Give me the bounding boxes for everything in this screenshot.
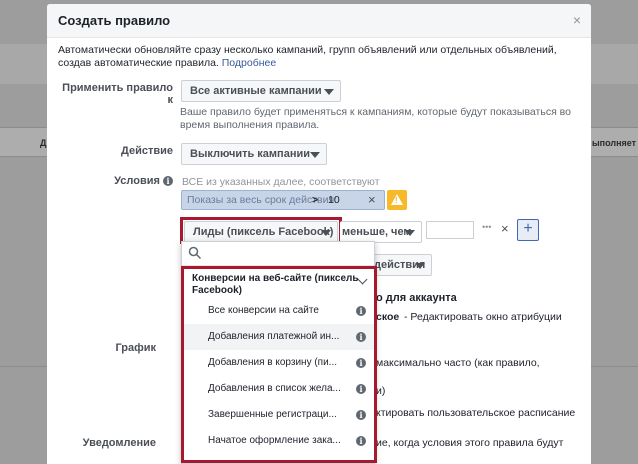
more-options-icon[interactable]: ••• xyxy=(482,222,491,232)
condition-chip[interactable]: Показы за весь срок действия: > 10 × xyxy=(181,190,385,210)
chevron-down-icon xyxy=(405,230,415,236)
operator-dropdown[interactable]: меньше, чем xyxy=(340,221,422,243)
info-icon[interactable]: i xyxy=(163,176,173,186)
schedule-text-2: и) xyxy=(376,385,386,397)
action-type-dropdown[interactable]: действия xyxy=(372,254,432,276)
apply-to-label: Применить правило к xyxy=(62,82,173,106)
schedule-label: График xyxy=(115,342,156,354)
condition-value-input[interactable] xyxy=(426,221,474,239)
warning-mark: ! xyxy=(395,196,398,205)
operator-dropdown-value: меньше, чем xyxy=(342,226,412,238)
conditions-all-hint: ВСЕ из указанных далее, соответствуют xyxy=(182,176,380,188)
dialog-description: Автоматически обновляйте сразу несколько… xyxy=(58,44,578,70)
chevron-down-icon xyxy=(324,89,334,95)
edit-attribution-link[interactable]: - Редактировать окно атрибуции xyxy=(404,311,562,323)
action-value: Выключить кампании xyxy=(190,148,310,160)
chip-value: 10 xyxy=(328,194,340,206)
remove-condition-icon[interactable]: × xyxy=(501,221,509,236)
metric-dropdown-highlight xyxy=(180,217,342,244)
attribution-title: о для аккаунта xyxy=(376,292,457,304)
backdrop-column-right: ыполняет xyxy=(592,138,637,148)
conditions-label-text: Условия xyxy=(114,175,160,187)
conditions-label: Условия i xyxy=(60,175,173,187)
chevron-down-icon xyxy=(415,263,425,269)
chip-remove-icon[interactable]: × xyxy=(368,192,376,207)
action-label: Действие xyxy=(121,145,173,157)
apply-to-dropdown[interactable]: Все активные кампании xyxy=(181,80,341,102)
warning-button[interactable]: ! xyxy=(387,190,407,210)
dialog-header: Создать правило × xyxy=(47,4,591,38)
attribution-window: ское xyxy=(376,311,400,323)
apply-to-hint: Ваше правило будет применяться к кампани… xyxy=(180,106,571,131)
notification-text: ие, когда условия этого правила будут xyxy=(376,437,564,449)
chevron-down-icon xyxy=(310,152,320,158)
action-dropdown[interactable]: Выключить кампании xyxy=(181,143,327,165)
search-icon xyxy=(188,246,202,260)
backdrop-column-left: Д xyxy=(40,138,47,148)
description-text: Автоматически обновляйте сразу несколько… xyxy=(58,44,557,69)
notification-label: Уведомление xyxy=(82,437,156,449)
schedule-text: максимально часто (как правило, xyxy=(376,357,540,369)
apply-to-value: Все активные кампании xyxy=(190,85,322,97)
learn-more-link[interactable]: Подробнее xyxy=(222,57,276,69)
edit-schedule-link[interactable]: ктировать пользовательское расписание xyxy=(376,407,575,419)
add-condition-button[interactable]: + xyxy=(517,219,539,241)
options-list-highlight xyxy=(181,266,377,463)
chip-operator: > xyxy=(312,194,319,206)
metric-search-input[interactable] xyxy=(182,242,374,266)
close-icon[interactable]: × xyxy=(573,12,581,28)
dialog-title: Создать правило xyxy=(58,13,171,28)
